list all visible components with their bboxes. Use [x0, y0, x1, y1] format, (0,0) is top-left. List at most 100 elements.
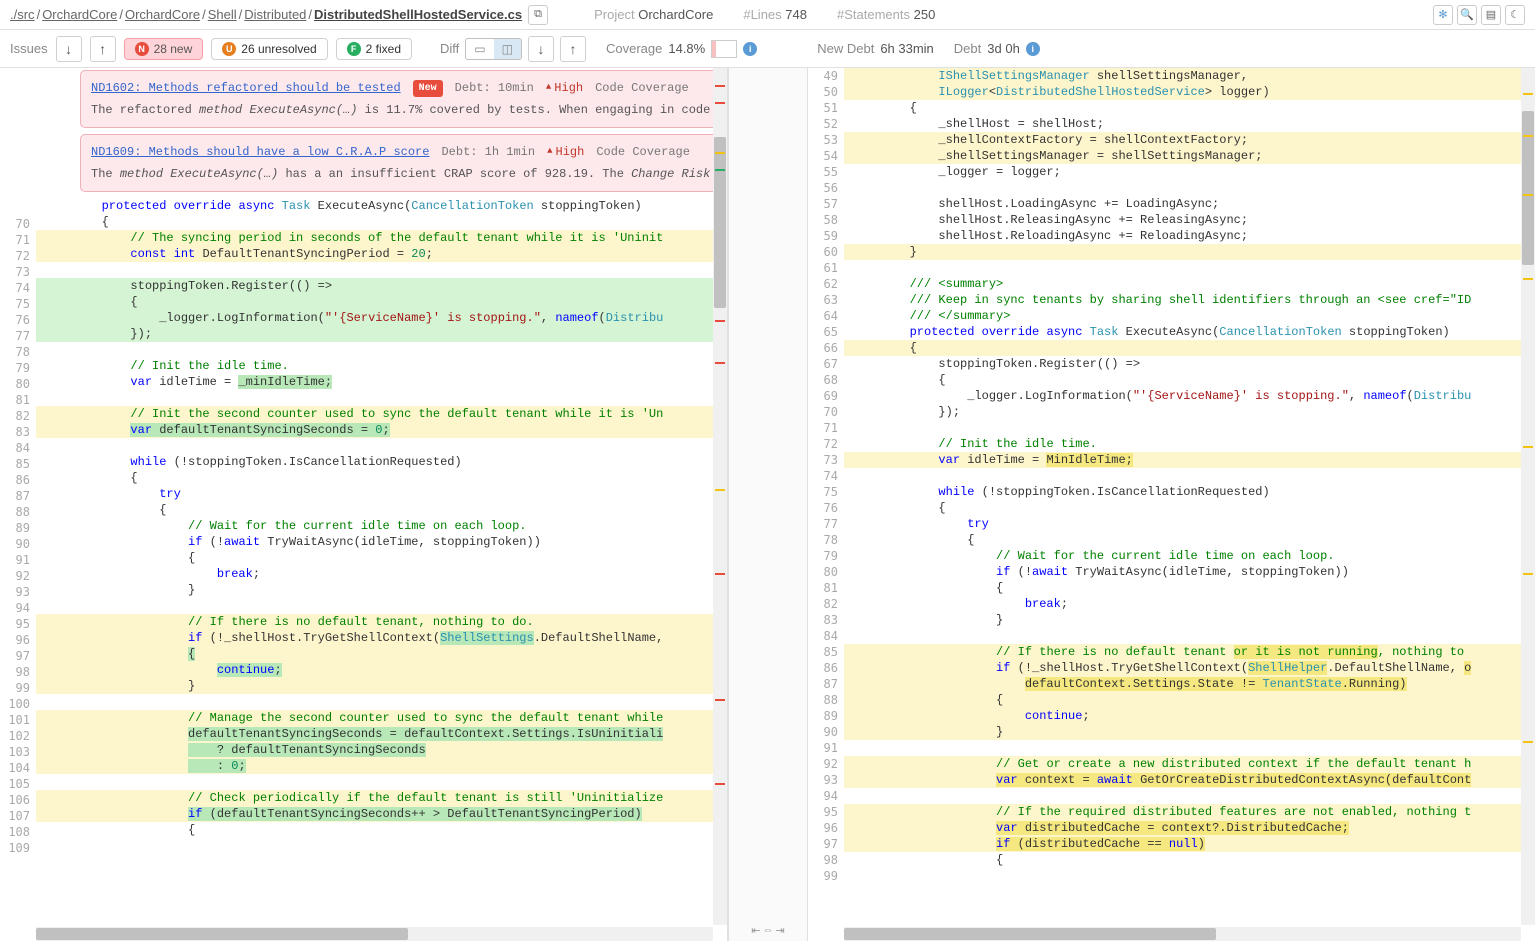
code-line[interactable]: // Init the idle time.	[36, 358, 727, 374]
breadcrumb-file[interactable]: DistributedShellHostedService.cs	[314, 7, 522, 22]
new-issues-pill[interactable]: N28 new	[124, 38, 204, 60]
code-line[interactable]	[844, 180, 1535, 196]
code-line[interactable]: if (!await TryWaitAsync(idleTime, stoppi…	[844, 564, 1535, 580]
code-line[interactable]: });	[36, 326, 727, 342]
code-line[interactable]: {	[844, 372, 1535, 388]
code-line[interactable]	[844, 788, 1535, 804]
code-line[interactable]: {	[844, 340, 1535, 356]
code-line[interactable]: ILogger<DistributedShellHostedService> l…	[844, 84, 1535, 100]
code-line[interactable]: {	[36, 822, 727, 838]
vscrollbar[interactable]	[713, 68, 727, 925]
code-line[interactable]: /// <summary>	[844, 276, 1535, 292]
dark-mode-icon[interactable]: ☾	[1505, 5, 1525, 25]
code-line[interactable]: _logger.LogInformation("'{ServiceName}' …	[36, 310, 727, 326]
code-line[interactable]: var defaultTenantSyncingSeconds = 0;	[36, 422, 727, 438]
code-line[interactable]: const int DefaultTenantSyncingPeriod = 2…	[36, 246, 727, 262]
code-line[interactable]: }	[844, 724, 1535, 740]
code-line[interactable]: {	[36, 214, 727, 230]
issue-link[interactable]: ND1609: Methods should have a low C.R.A.…	[91, 143, 429, 161]
code-line[interactable]	[36, 694, 727, 710]
code-line[interactable]: break;	[36, 566, 727, 582]
code-line[interactable]: : 0;	[36, 758, 727, 774]
settings-icon[interactable]: ✻	[1433, 5, 1453, 25]
breadcrumb-part[interactable]: OrchardCore	[125, 7, 200, 22]
code-line[interactable]: // If there is no default tenant or it i…	[844, 644, 1535, 660]
unresolved-issues-pill[interactable]: U26 unresolved	[211, 38, 327, 60]
code-line[interactable]: {	[36, 646, 727, 662]
code-line[interactable]	[36, 598, 727, 614]
code-line[interactable]: _logger = logger;	[844, 164, 1535, 180]
code-line[interactable]: var context = await GetOrCreateDistribut…	[844, 772, 1535, 788]
fixed-issues-pill[interactable]: F2 fixed	[336, 38, 412, 60]
code-line[interactable]: defaultTenantSyncingSeconds = defaultCon…	[36, 726, 727, 742]
code-line[interactable]: _shellHost = shellHost;	[844, 116, 1535, 132]
code-line[interactable]: while (!stoppingToken.IsCancellationRequ…	[844, 484, 1535, 500]
code-line[interactable]: {	[36, 550, 727, 566]
code-line[interactable]	[36, 342, 727, 358]
issue-link[interactable]: ND1602: Methods refactored should be tes…	[91, 79, 401, 97]
code-line[interactable]: // Init the idle time.	[844, 436, 1535, 452]
code-line[interactable]	[36, 438, 727, 454]
code-line[interactable]: try	[844, 516, 1535, 532]
diff-mode-split[interactable]: ◫	[494, 39, 521, 59]
code-line[interactable]: IShellSettingsManager shellSettingsManag…	[844, 68, 1535, 84]
code-line[interactable]: {	[844, 100, 1535, 116]
code-line[interactable]: }	[36, 582, 727, 598]
sync-right-icon[interactable]: ⇥	[776, 924, 785, 937]
code-line[interactable]	[36, 390, 727, 406]
diff-down-button[interactable]: ↓	[528, 36, 554, 62]
code-line[interactable]: if (!_shellHost.TryGetShellContext(Shell…	[844, 660, 1535, 676]
code-line[interactable]: stoppingToken.Register(() =>	[36, 278, 727, 294]
code-line[interactable]: }	[844, 612, 1535, 628]
code-line[interactable]: {	[36, 502, 727, 518]
code-line[interactable]	[36, 262, 727, 278]
breadcrumb-part[interactable]: ./src	[10, 7, 35, 22]
code-line[interactable]: if (defaultTenantSyncingSeconds++ > Defa…	[36, 806, 727, 822]
code-line[interactable]: // If the required distributed features …	[844, 804, 1535, 820]
code-line[interactable]: _shellSettingsManager = shellSettingsMan…	[844, 148, 1535, 164]
document-icon[interactable]: ▤	[1481, 5, 1501, 25]
code-line[interactable]: /// Keep in sync tenants by sharing shel…	[844, 292, 1535, 308]
right-pane[interactable]: 4950515253545556575859606162636465666768…	[808, 68, 1535, 941]
code-line[interactable]: var idleTime = MinIdleTime;	[844, 452, 1535, 468]
code-line[interactable]: _shellContextFactory = shellContextFacto…	[844, 132, 1535, 148]
code-line[interactable]: stoppingToken.Register(() =>	[844, 356, 1535, 372]
diff-up-button[interactable]: ↑	[560, 36, 586, 62]
code-line[interactable]: }	[844, 244, 1535, 260]
code-line[interactable]: if (distributedCache == null)	[844, 836, 1535, 852]
code-line[interactable]: // If there is no default tenant, nothin…	[36, 614, 727, 630]
code-line[interactable]: {	[844, 852, 1535, 868]
code-line[interactable]: // Check periodically if the default ten…	[36, 790, 727, 806]
breadcrumb-part[interactable]: Shell	[208, 7, 237, 22]
hscrollbar[interactable]	[844, 927, 1521, 941]
code-left[interactable]: ND1602: Methods refactored should be tes…	[36, 68, 727, 941]
diff-toggle[interactable]: ▭ ◫	[465, 38, 522, 60]
code-line[interactable]: continue;	[36, 662, 727, 678]
code-line[interactable]: {	[36, 294, 727, 310]
code-line[interactable]: shellHost.LoadingAsync += LoadingAsync;	[844, 196, 1535, 212]
code-line[interactable]	[844, 628, 1535, 644]
code-line[interactable]: {	[36, 470, 727, 486]
code-line[interactable]: });	[844, 404, 1535, 420]
code-line[interactable]: // The syncing period in seconds of the …	[36, 230, 727, 246]
code-line[interactable]: // Init the second counter used to sync …	[36, 406, 727, 422]
code-line[interactable]	[36, 774, 727, 790]
issue-down-button[interactable]: ↓	[56, 36, 82, 62]
issue-up-button[interactable]: ↑	[90, 36, 116, 62]
code-line[interactable]: {	[844, 692, 1535, 708]
info-icon[interactable]: i	[743, 42, 757, 56]
code-line[interactable]: shellHost.ReleasingAsync += ReleasingAsy…	[844, 212, 1535, 228]
code-line[interactable]: defaultContext.Settings.State != TenantS…	[844, 676, 1535, 692]
code-line[interactable]: {	[844, 532, 1535, 548]
sync-both-icon[interactable]: ⇔	[763, 924, 774, 937]
breadcrumb-part[interactable]: OrchardCore	[42, 7, 117, 22]
code-right[interactable]: IShellSettingsManager shellSettingsManag…	[844, 68, 1535, 941]
copy-path-icon[interactable]: ⧉	[528, 5, 548, 25]
diff-mode-unified[interactable]: ▭	[466, 39, 493, 59]
issue-card[interactable]: ND1602: Methods refactored should be tes…	[80, 70, 721, 128]
code-line[interactable]: }	[36, 678, 727, 694]
code-line[interactable]	[844, 868, 1535, 884]
code-line[interactable]: while (!stoppingToken.IsCancellationRequ…	[36, 454, 727, 470]
code-line[interactable]: /// </summary>	[844, 308, 1535, 324]
code-line[interactable]	[844, 468, 1535, 484]
